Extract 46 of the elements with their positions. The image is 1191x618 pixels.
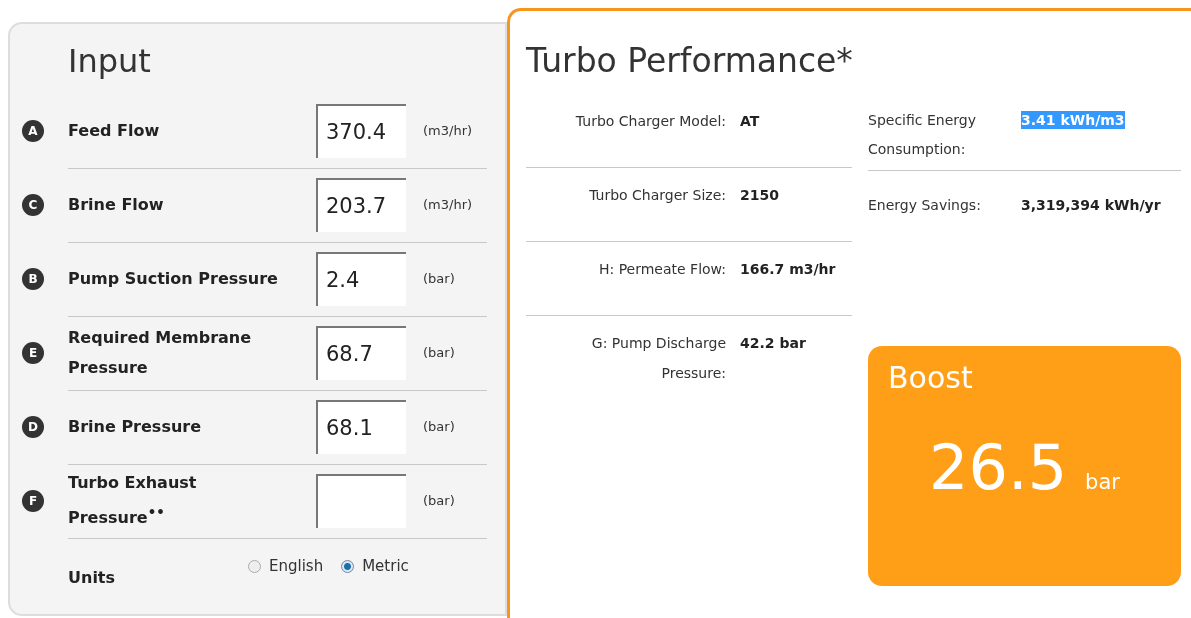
metric-value: 166.7 m3/hr	[740, 260, 836, 279]
unit-label: (bar)	[423, 493, 455, 508]
field-label: Turbo Exhaust Pressure$^{••}$	[68, 471, 198, 530]
field-label: Brine Pressure	[68, 415, 203, 438]
input-field[interactable]: 68.7	[316, 325, 406, 380]
unit-label: (bar)	[423, 419, 455, 434]
radio-button[interactable]	[248, 559, 261, 573]
metric-value: 42.2 bar	[740, 334, 806, 353]
units-label: Units	[68, 567, 117, 587]
radio-label[interactable]: English	[269, 557, 324, 575]
panel-title: Turbo Performance*	[526, 41, 854, 80]
field-label: Pump Suction Pressure	[68, 267, 279, 290]
metric-value: 3,319,394 kWh/yr	[1021, 196, 1161, 214]
unit-label: (m3/hr)	[423, 197, 473, 212]
letter-badge: A	[22, 120, 44, 142]
metric-label: Turbo Charger Size:	[588, 186, 726, 205]
letter-badge: E	[22, 342, 44, 364]
letter-badge: B	[22, 268, 44, 290]
letter-badge: F	[22, 490, 44, 512]
field-label: Feed Flow	[68, 119, 161, 142]
field-label: Required Membrane Pressure	[68, 326, 253, 379]
boost-unit: bar	[1085, 470, 1120, 494]
metric-label: H: Permeate Flow:	[597, 260, 726, 279]
metric-label: Turbo Charger Model:	[574, 112, 726, 131]
metric-label: Specific Energy Consumption:	[868, 111, 977, 159]
boost-value: 26.5	[929, 431, 1068, 504]
input-field[interactable]: 203.7	[316, 177, 406, 232]
unit-label: (bar)	[423, 271, 455, 286]
unit-label: (bar)	[423, 345, 455, 360]
input-field[interactable]: 370.4	[316, 103, 406, 158]
radio-label[interactable]: Metric	[362, 557, 409, 575]
input-field[interactable]: 68.1	[316, 399, 406, 454]
boost-title: Boost	[888, 360, 973, 395]
field-label: Brine Flow	[68, 193, 165, 216]
radio-button[interactable]	[341, 559, 355, 573]
metric-label: Energy Savings:	[868, 196, 982, 215]
panel-title: Input	[68, 42, 152, 80]
metric-value: 3.41 kWh/m3	[1021, 111, 1125, 129]
letter-badge: C	[22, 194, 44, 216]
input-field[interactable]: 2.4	[316, 251, 406, 306]
metric-label: G: Pump Discharge Pressure:	[590, 334, 726, 383]
letter-badge: D	[22, 416, 44, 438]
unit-label: (m3/hr)	[423, 123, 473, 138]
metric-value: 2150	[740, 186, 779, 205]
input-field[interactable]	[316, 473, 406, 528]
metric-value: AT	[740, 112, 760, 131]
